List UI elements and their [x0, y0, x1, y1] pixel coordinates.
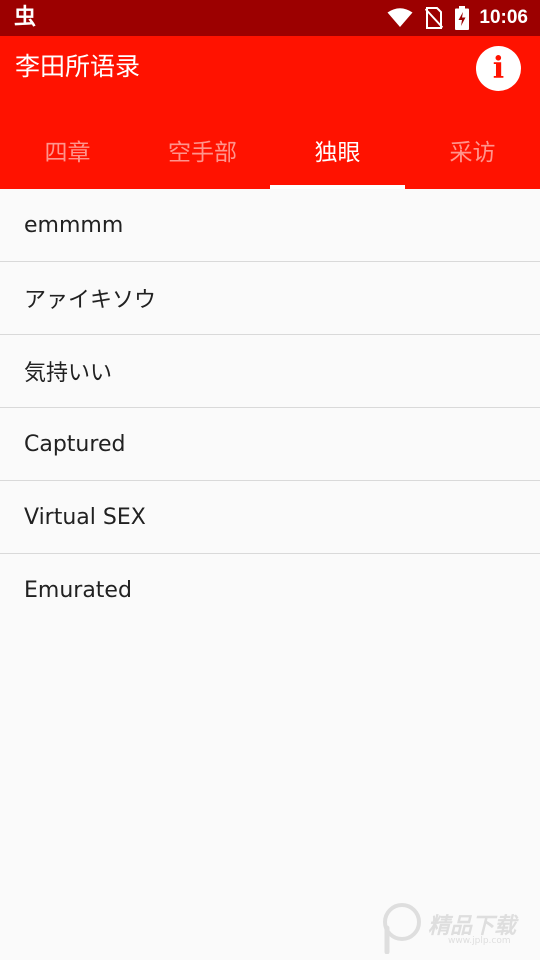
tab-bar: 四章 空手部 独眼 采访 — [0, 111, 540, 189]
tab-label: 空手部 — [168, 140, 237, 166]
battery-charging-icon — [455, 6, 470, 30]
status-time: 10:06 — [479, 7, 528, 28]
tab-four-chapters[interactable]: 四章 — [0, 111, 135, 189]
quote-list: emmmm アァイキソウ 気持いい Captured Virtual SEX E… — [0, 189, 540, 627]
list-item[interactable]: Virtual SEX — [0, 481, 540, 554]
tab-label: 四章 — [44, 140, 91, 166]
tab-one-eye[interactable]: 独眼 — [270, 111, 405, 189]
list-item-label: Emurated — [24, 578, 132, 603]
info-button[interactable]: i — [476, 46, 521, 91]
app-bar: 李田所语录 i 四章 空手部 独眼 采访 — [0, 36, 540, 189]
watermark: 精品下载 www.jplp.com — [378, 900, 538, 956]
status-icons: 10:06 — [387, 0, 528, 36]
app-title: 李田所语录 — [15, 52, 141, 81]
list-item-label: アァイキソウ — [24, 288, 157, 313]
list-item-label: Virtual SEX — [24, 504, 146, 530]
list-item[interactable]: アァイキソウ — [0, 262, 540, 335]
list-item[interactable]: Emurated — [0, 554, 540, 627]
list-item-label: Captured — [24, 431, 126, 457]
list-item-label: 気持いい — [24, 361, 113, 386]
tab-label: 采访 — [449, 140, 496, 166]
tab-interview[interactable]: 采访 — [405, 111, 540, 189]
app-notification-icon: 虫 — [14, 5, 37, 30]
watermark-logo-icon — [383, 903, 421, 954]
no-sim-icon — [425, 7, 444, 29]
list-item-label: emmmm — [24, 212, 124, 238]
list-item[interactable]: Captured — [0, 408, 540, 481]
list-item[interactable]: 気持いい — [0, 335, 540, 408]
tab-label: 独眼 — [314, 140, 361, 166]
list-item[interactable]: emmmm — [0, 189, 540, 262]
tab-karate-club[interactable]: 空手部 — [135, 111, 270, 189]
status-bar: 虫 10:06 — [0, 0, 540, 36]
watermark-subtext: www.jplp.com — [448, 936, 511, 946]
info-icon: i — [492, 50, 505, 86]
wifi-icon — [387, 8, 413, 27]
